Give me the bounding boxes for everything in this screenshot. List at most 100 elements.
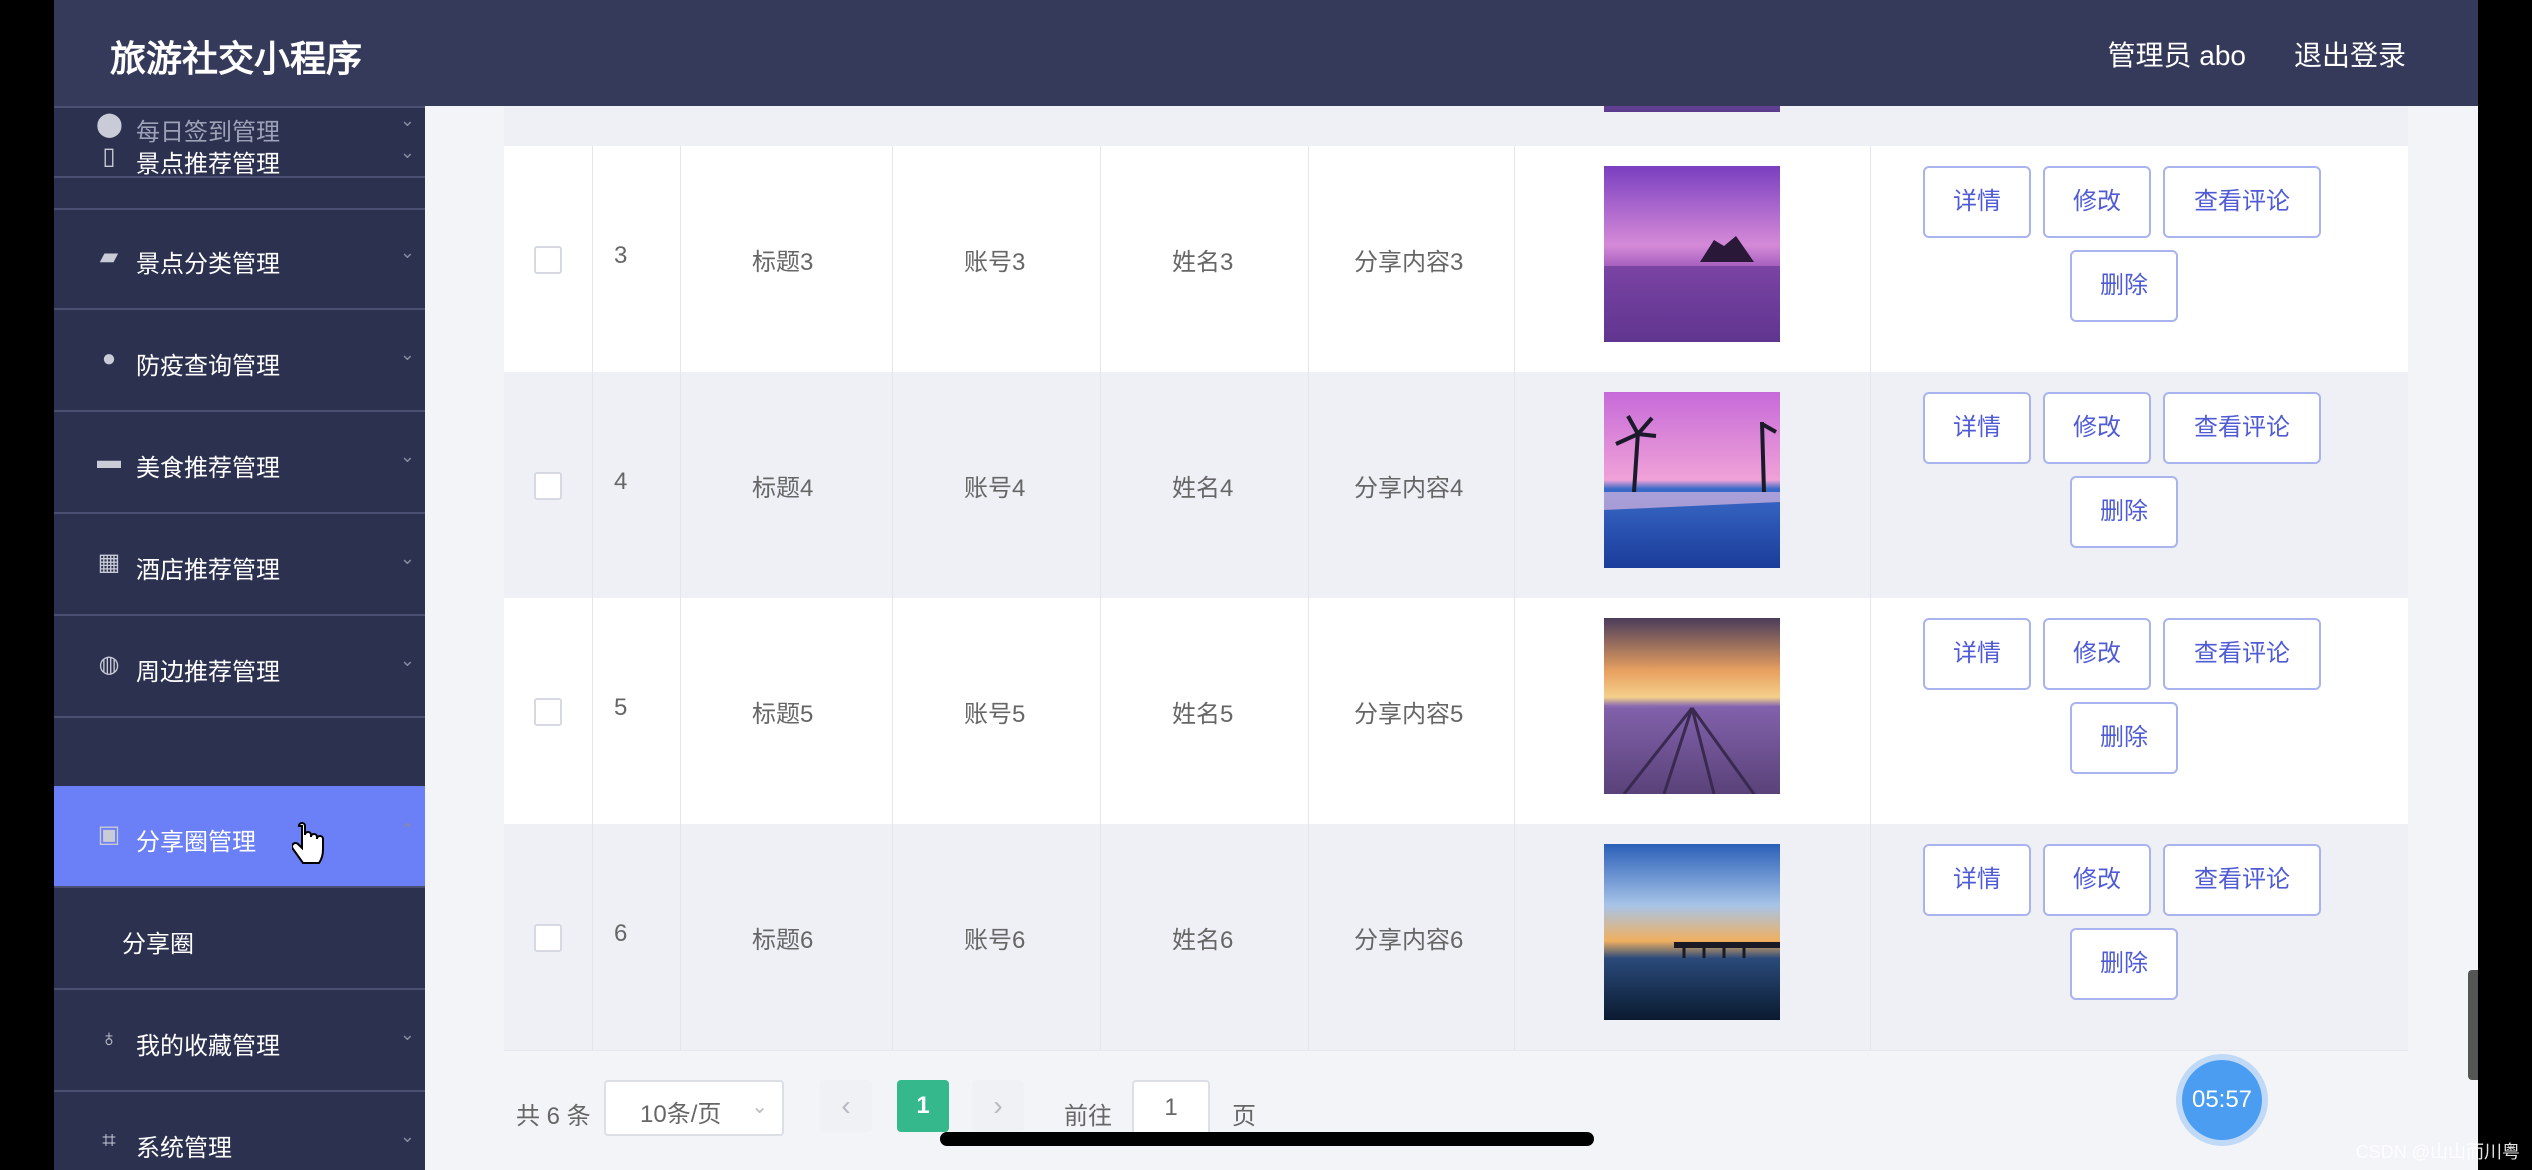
checkbox-cell [504,146,593,372]
sidebar-item-nearby[interactable]: ◍ 周边推荐管理 ⌄ [54,616,425,718]
next-page-button[interactable]: › [972,1080,1024,1132]
crop-icon: ⌗ [102,1127,116,1154]
sidebar-item-label: 美食推荐管理 [136,455,280,482]
sidebar-subitem-share-circle[interactable]: 分享圈 [54,888,425,990]
goto-label: 前往 [1064,1103,1112,1130]
delete-button[interactable]: 删除 [2070,476,2178,548]
title-cell: 标题3 [680,146,893,372]
sidebar-item-label: 酒店推荐管理 [136,557,280,584]
account-cell: 账号5 [892,598,1101,824]
user-icon: ● [101,345,117,372]
sidebar-item-share-circle[interactable]: ▣ 分享圈管理 ⌃ [54,786,425,888]
thumbnail-image [1604,392,1780,568]
printer-icon: ▬ [97,447,121,474]
chevron-down-icon: ⌄ [399,242,415,262]
checkbox-cell [504,372,593,598]
view-comments-button[interactable]: 查看评论 [2163,392,2321,464]
top-bar: 旅游社交小程序 管理员 abo 退出登录 [54,0,2478,106]
page-number[interactable]: 1 [897,1080,949,1132]
grid-icon: ▦ [97,549,121,576]
row-id: 3 [614,242,628,269]
document-icon: ▣ [97,821,121,848]
index-cell: 5 [592,598,681,824]
account-cell: 账号6 [892,824,1101,1050]
content-cell: 分享内容6 [1308,824,1515,1050]
sidebar-item-hotel[interactable]: ▦ 酒店推荐管理 ⌄ [54,514,425,616]
delete-button[interactable]: 删除 [2070,250,2178,322]
name-cell: 姓名3 [1100,146,1309,372]
sidebar-item-food[interactable]: ▬ 美食推荐管理 ⌄ [54,412,425,514]
row-title: 标题5 [752,701,814,728]
table-row: 6 标题6 账号6 姓名6 分享内容6 详情 修改 查看评论 删除 [504,824,2408,1051]
page-size-value: 10条/页 [640,1101,722,1128]
checkbox-cell [504,824,593,1050]
table-row: 5 标题5 账号5 姓名5 分享内容5 详情 修改 查看评论 删除 [504,598,2408,825]
delete-button[interactable]: 删除 [2070,928,2178,1000]
sidebar-item-categories[interactable]: ▰ 景点分类管理 ⌄ [54,208,425,310]
page-size-select[interactable]: 10条/页 ⌄ [604,1080,784,1136]
table-row: 3 标题3 账号3 姓名3 分享内容3 详情 修改 查看评论 删除 [504,146,2408,373]
title-cell: 标题4 [680,372,893,598]
index-cell: 6 [592,824,681,1050]
goto-suffix: 页 [1232,1103,1256,1130]
sidebar-item-label: 系统管理 [136,1135,232,1162]
row-name: 姓名4 [1172,475,1234,502]
row-checkbox[interactable] [534,924,562,952]
detail-button[interactable]: 详情 [1923,844,2031,916]
row-name: 姓名3 [1172,249,1234,276]
sidebar-item-label: 防疫查询管理 [136,353,280,380]
sidebar-item-label: 景点分类管理 [136,251,280,278]
sidebar-item-label: 景点推荐管理 [136,151,280,178]
sidebar-item-favorites[interactable]: ♁ 我的收藏管理 ⌄ [54,990,425,1092]
user-name: 管理员 abo [2107,40,2247,71]
row-checkbox[interactable] [534,472,562,500]
side-handle[interactable] [2468,970,2478,1080]
chevron-down-icon: ⌄ [399,1126,415,1146]
row-account: 账号4 [964,475,1026,502]
thumbnail-image [1604,844,1780,1020]
row-name: 姓名6 [1172,927,1234,954]
title-cell: 标题5 [680,598,893,824]
chevron-down-icon: ⌄ [399,142,415,162]
sidebar-item-label: 周边推荐管理 [136,659,280,686]
row-checkbox[interactable] [534,246,562,274]
view-comments-button[interactable]: 查看评论 [2163,618,2321,690]
view-comments-button[interactable]: 查看评论 [2163,844,2321,916]
detail-button[interactable]: 详情 [1923,392,2031,464]
row-title: 标题6 [752,927,814,954]
logout-link[interactable]: 退出登录 [2294,34,2406,74]
sidebar-item-attractions[interactable]: ▯ 景点推荐管理 ⌄ [54,106,425,210]
detail-button[interactable]: 详情 [1923,166,2031,238]
sidebar-item-epidemic[interactable]: ● 防疫查询管理 ⌄ [54,310,425,412]
row-account: 账号5 [964,701,1026,728]
row-checkbox[interactable] [534,698,562,726]
sidebar: ⬤ 每日签到管理 ⌄ ▯ 景点推荐管理 ⌄ ▰ 景点分类管理 ⌄ ● 防疫查询管… [54,106,425,1170]
row-account: 账号3 [964,249,1026,276]
app-screen: 旅游社交小程序 管理员 abo 退出登录 ⬤ 每日签到管理 ⌄ ▯ 景点推荐管理… [54,0,2478,1170]
index-cell: 4 [592,372,681,598]
chevron-up-icon: ⌃ [399,820,415,840]
share-table: 3 标题3 账号3 姓名3 分享内容3 详情 修改 查看评论 删除 4 标题4 … [504,0,2464,1066]
prev-page-button[interactable]: ‹ [820,1080,872,1132]
microphone-icon: ♁ [100,1025,118,1052]
view-comments-button[interactable]: 查看评论 [2163,166,2321,238]
thumbnail-image [1604,166,1780,342]
table-row: 4 标题4 账号4 姓名4 分享内容4 详情 修改 查看评论 删除 [504,372,2408,599]
chevron-down-icon: ⌄ [399,446,415,466]
sidebar-item-system[interactable]: ⌗ 系统管理 ⌄ [54,1092,425,1170]
edit-button[interactable]: 修改 [2043,618,2151,690]
row-content: 分享内容3 [1354,249,1464,276]
goto-page-input[interactable]: 1 [1132,1080,1210,1136]
edit-button[interactable]: 修改 [2043,844,2151,916]
sidebar-item-label: 分享圈管理 [136,829,256,856]
wallet-icon: ▰ [99,243,119,270]
watermark: CSDN @山山而川粤 [2355,1142,2520,1162]
row-id: 6 [614,920,628,947]
delete-button[interactable]: 删除 [2070,702,2178,774]
detail-button[interactable]: 详情 [1923,618,2031,690]
chevron-down-icon: ⌄ [399,1024,415,1044]
edit-button[interactable]: 修改 [2043,392,2151,464]
hand-cursor-icon [292,822,324,864]
sidebar-item-label: 我的收藏管理 [136,1033,280,1060]
edit-button[interactable]: 修改 [2043,166,2151,238]
